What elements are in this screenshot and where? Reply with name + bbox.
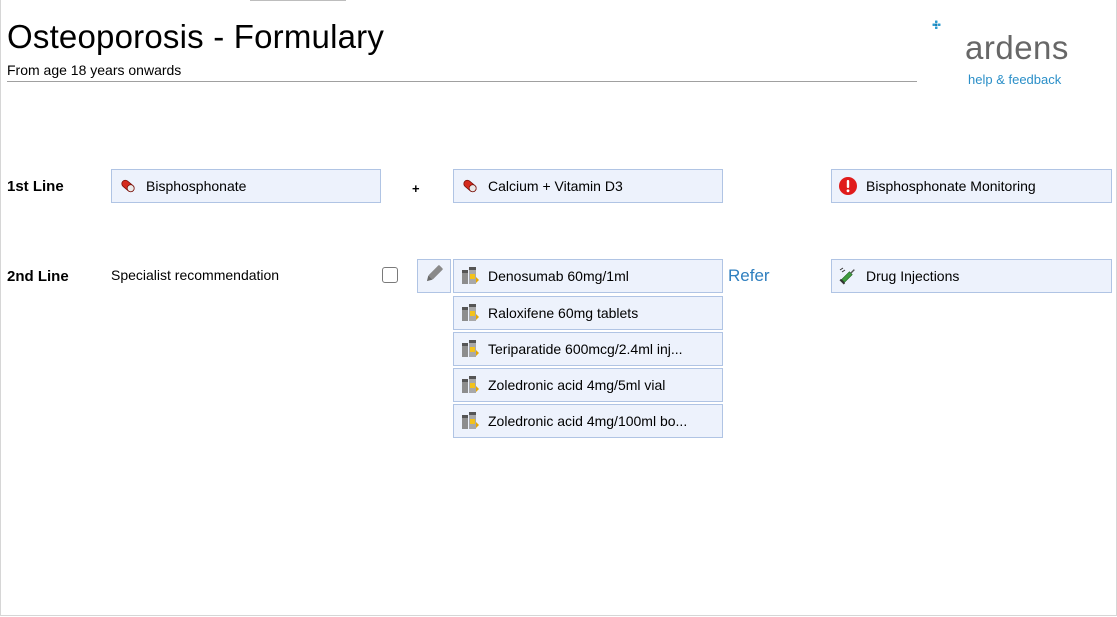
second-line-label: 2nd Line bbox=[7, 268, 69, 285]
pill-icon bbox=[460, 176, 480, 196]
drug-label: Raloxifene 60mg tablets bbox=[488, 305, 639, 321]
specialist-checkbox[interactable] bbox=[382, 267, 398, 283]
logo-brand: ardens bbox=[965, 29, 1069, 66]
pill-icon bbox=[118, 176, 138, 196]
vials-icon bbox=[460, 266, 480, 286]
bisphosphonate-monitoring-button[interactable]: Bisphosphonate Monitoring bbox=[831, 169, 1112, 203]
page-subtitle: From age 18 years onwards bbox=[7, 62, 182, 78]
drug-injections-button[interactable]: Drug Injections bbox=[831, 259, 1112, 293]
first-line-label: 1st Line bbox=[7, 178, 64, 195]
drug-label: Zoledronic acid 4mg/5ml vial bbox=[488, 377, 666, 393]
header-divider bbox=[7, 81, 917, 82]
drug-button-zoledronic-acid-bottle[interactable]: Zoledronic acid 4mg/100ml bo... bbox=[453, 404, 723, 438]
drug-button-denosumab[interactable]: Denosumab 60mg/1ml bbox=[453, 259, 723, 293]
syringe-icon bbox=[838, 266, 858, 286]
vials-icon bbox=[460, 411, 480, 431]
plus-sign: + bbox=[412, 181, 420, 196]
edit-button[interactable] bbox=[417, 259, 451, 293]
drug-label: Calcium + Vitamin D3 bbox=[488, 178, 623, 194]
drug-button-raloxifene[interactable]: Raloxifene 60mg tablets bbox=[453, 296, 723, 330]
top-divider bbox=[250, 0, 346, 1]
injections-label: Drug Injections bbox=[866, 268, 960, 284]
vials-icon bbox=[460, 303, 480, 323]
drug-button-teriparatide[interactable]: Teriparatide 600mcg/2.4ml inj... bbox=[453, 332, 723, 366]
drug-button-calcium-vitamin-d3[interactable]: Calcium + Vitamin D3 bbox=[453, 169, 723, 203]
vials-icon bbox=[460, 339, 480, 359]
vials-icon bbox=[460, 375, 480, 395]
help-feedback-link[interactable]: help & feedback bbox=[968, 72, 1061, 87]
refer-link[interactable]: Refer bbox=[728, 266, 770, 286]
alert-icon bbox=[838, 176, 858, 196]
specialist-recommendation-text: Specialist recommendation bbox=[111, 267, 280, 283]
page-title: Osteoporosis - Formulary bbox=[7, 18, 385, 55]
drug-label: Teriparatide 600mcg/2.4ml inj... bbox=[488, 341, 683, 357]
monitoring-label: Bisphosphonate Monitoring bbox=[866, 178, 1036, 194]
drug-label: Zoledronic acid 4mg/100ml bo... bbox=[488, 413, 688, 429]
pencil-icon bbox=[423, 263, 445, 290]
drug-label: Denosumab 60mg/1ml bbox=[488, 268, 629, 284]
drug-button-zoledronic-acid-vial[interactable]: Zoledronic acid 4mg/5ml vial bbox=[453, 368, 723, 402]
drug-label: Bisphosphonate bbox=[146, 178, 247, 194]
drug-button-bisphosphonate[interactable]: Bisphosphonate bbox=[111, 169, 381, 203]
